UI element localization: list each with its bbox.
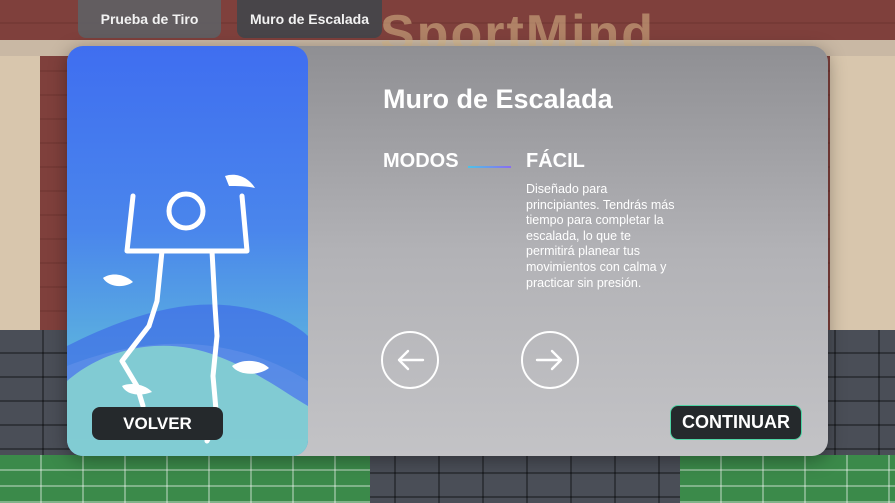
- modes-label: MODOS: [383, 150, 459, 172]
- continue-button[interactable]: CONTINUAR: [670, 405, 802, 440]
- activity-illustration: VOLVER: [67, 46, 308, 456]
- activity-panel: VOLVER Muro de Escalada MODOS FÁCIL Dise…: [67, 46, 828, 456]
- tab-muro-de-escalada[interactable]: Muro de Escalada: [237, 0, 382, 38]
- arrow-left-icon: [397, 349, 425, 371]
- pillar-right: [830, 56, 895, 336]
- climber-icon: [103, 174, 269, 444]
- grass-right: [680, 455, 895, 503]
- grass-left: [0, 455, 370, 503]
- pillar-left: [0, 56, 40, 336]
- next-mode-button[interactable]: [521, 331, 579, 389]
- mode-name: FÁCIL: [526, 150, 585, 172]
- tab-prueba-de-tiro[interactable]: Prueba de Tiro: [78, 0, 221, 38]
- back-button[interactable]: VOLVER: [92, 407, 223, 440]
- mode-description: Diseñado para principiantes. Tendrás más…: [526, 182, 675, 290]
- previous-mode-button[interactable]: [381, 331, 439, 389]
- panel-title: Muro de Escalada: [383, 84, 613, 114]
- arrow-right-icon: [535, 349, 563, 371]
- modes-divider: [468, 166, 511, 168]
